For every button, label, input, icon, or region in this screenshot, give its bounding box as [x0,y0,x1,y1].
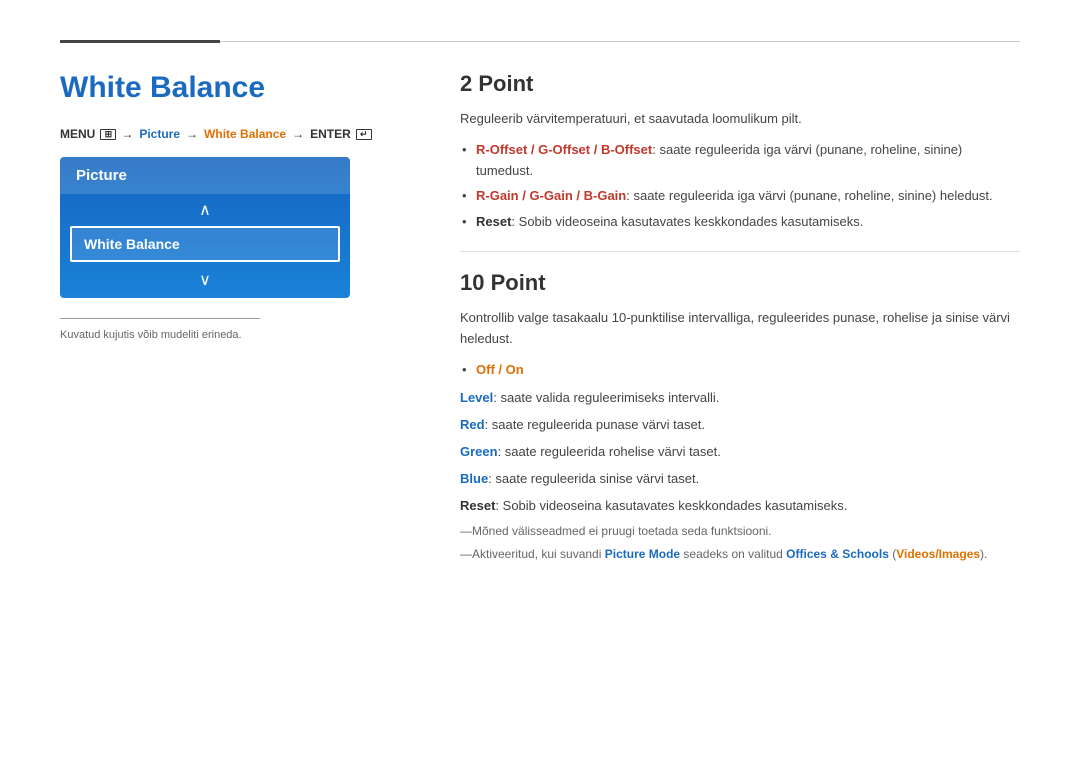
note-1-text: Mõned välisseadmed ei pruugi toetada sed… [472,524,772,538]
param-blue-label: Blue [460,471,488,486]
right-column: 2 Point Reguleerib värvitemperatuuri, et… [460,71,1020,568]
bullet-off-on: Off / On [476,360,1020,381]
param-red-label: Red [460,417,485,432]
note-1: Mõned välisseadmed ei pruugi toetada sed… [460,522,1020,540]
param-green-label: Green [460,444,498,459]
section-separator [460,251,1020,252]
note-2-text-mid: seadeks on valitud [680,547,786,561]
bullet-rgain-text: : saate reguleerida iga värvi (punane, r… [626,188,992,203]
section-10point-bullets: Off / On [460,360,1020,381]
param-reset-text: : Sobib videoseina kasutavates keskkonda… [495,498,847,513]
section-2point-desc: Reguleerib värvitemperatuuri, et saavuta… [460,109,1020,130]
picture-menu-header: Picture [60,157,350,194]
param-red: Red: saate reguleerida punase värvi tase… [460,415,1020,436]
divider [60,318,260,319]
note-2-text-end: ). [980,547,987,561]
enter-icon: ↵ [356,129,372,140]
rule-light [220,41,1020,42]
menu-enter-label: ENTER [310,127,351,141]
note-2-videos: Videos/Images [896,547,980,561]
section-10point-title: 10 Point [460,270,1020,296]
param-reset: Reset: Sobib videoseina kasutavates kesk… [460,496,1020,517]
menu-path: MENU ⊞ → Picture → White Balance → ENTER… [60,127,400,141]
top-rule [60,40,1020,43]
bullet-rgain-label: R-Gain / G-Gain / B-Gain [476,188,626,203]
section-2point-title: 2 Point [460,71,1020,97]
bullet-off-on-label: Off / On [476,362,524,377]
param-green-text: : saate reguleerida rohelise värvi taset… [498,444,721,459]
menu-icon: ⊞ [100,129,116,140]
left-column: White Balance MENU ⊞ → Picture → White B… [60,71,400,568]
bullet-reset: Reset: Sobib videoseina kasutavates kesk… [476,212,1020,233]
param-green: Green: saate reguleerida rohelise värvi … [460,442,1020,463]
arrow-down-icon[interactable]: ∨ [60,262,350,298]
param-blue: Blue: saate reguleerida sinise värvi tas… [460,469,1020,490]
note-2-text-pre: Aktiveeritud, kui suvandi [472,547,605,561]
bullet-reset-text: : Sobib videoseina kasutavates keskkonda… [511,214,863,229]
param-level-label: Level [460,390,493,405]
footnote: Kuvatud kujutis võib mudeliti erineda. [60,329,400,341]
arrow-up-icon[interactable]: ∧ [60,194,350,226]
arrow3: → [292,127,304,141]
content-wrapper: White Balance MENU ⊞ → Picture → White B… [60,71,1020,568]
menu-white-balance: White Balance [204,127,286,141]
picture-menu-box: Picture ∧ White Balance ∨ [60,157,350,298]
note-2-picture-mode: Picture Mode [605,547,680,561]
section-10point-desc: Kontrollib valge tasakaalu 10-punktilise… [460,308,1020,350]
arrow2: → [186,127,198,141]
param-level: Level: saate valida reguleerimiseks inte… [460,388,1020,409]
param-blue-text: : saate reguleerida sinise värvi taset. [488,471,699,486]
bullet-rgain: R-Gain / G-Gain / B-Gain: saate reguleer… [476,186,1020,207]
bullet-reset-label: Reset [476,214,511,229]
note-2: Aktiveeritud, kui suvandi Picture Mode s… [460,545,1020,563]
menu-label: MENU [60,127,95,141]
param-reset-label: Reset [460,498,495,513]
menu-picture: Picture [139,127,180,141]
arrow1: → [121,127,133,141]
bullet-roffset: R-Offset / G-Offset / B-Offset: saate re… [476,140,1020,182]
param-level-text: : saate valida reguleerimiseks intervall… [493,390,719,405]
bullet-roffset-label: R-Offset / G-Offset / B-Offset [476,142,652,157]
page-title: White Balance [60,71,400,105]
section-2point-bullets: R-Offset / G-Offset / B-Offset : saate re… [460,140,1020,233]
picture-menu-selected-item[interactable]: White Balance [70,226,340,262]
note-2-offices: Offices & Schools [786,547,889,561]
rule-dark [60,40,220,43]
param-red-text: : saate reguleerida punase värvi taset. [485,417,705,432]
